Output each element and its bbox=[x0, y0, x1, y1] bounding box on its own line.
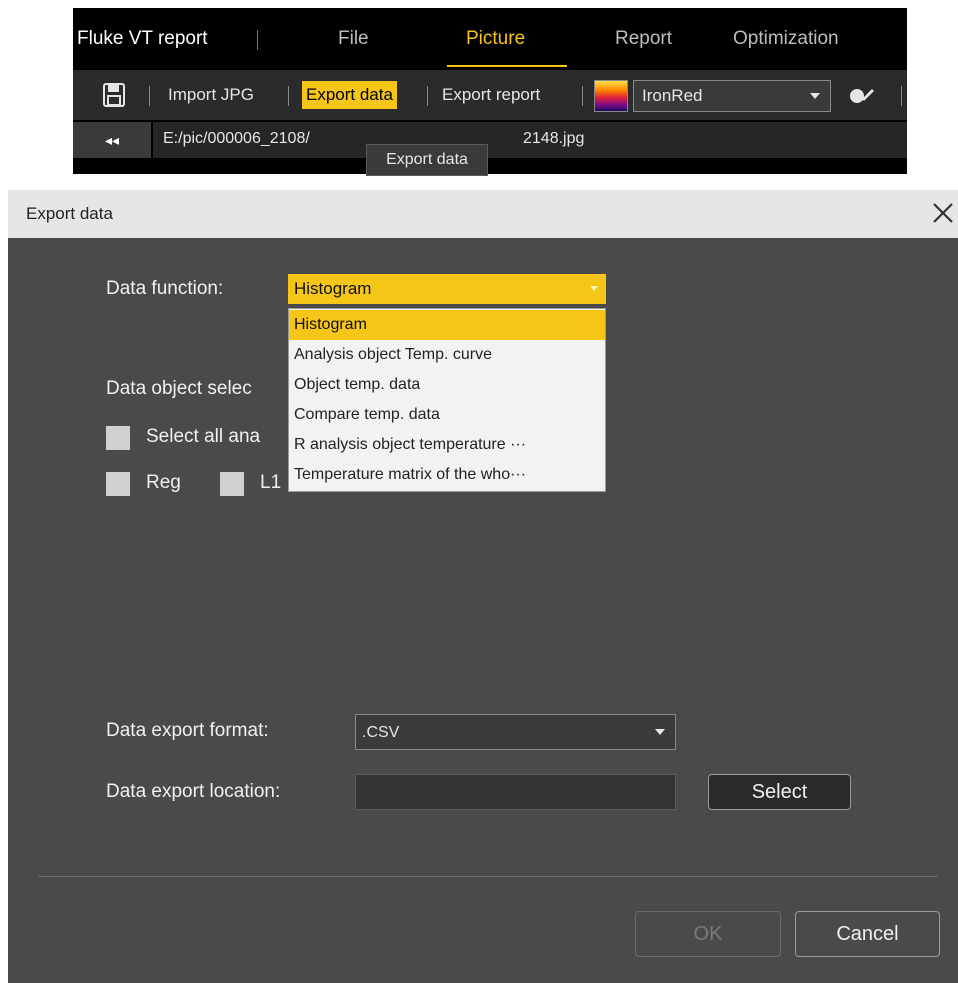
save-icon[interactable] bbox=[103, 83, 125, 107]
toolbar-separator bbox=[582, 86, 583, 106]
export-data-button[interactable]: Export data bbox=[302, 81, 397, 109]
dialog-titlebar: Export data bbox=[8, 190, 958, 238]
menu-separator bbox=[257, 30, 258, 50]
dropdown-option[interactable]: Temperature matrix of the who··· bbox=[289, 460, 605, 490]
export-location-field[interactable] bbox=[355, 774, 676, 810]
chevron-down-icon bbox=[810, 93, 820, 99]
app-window: Fluke VT report File Picture Report Opti… bbox=[73, 8, 907, 176]
tooltip: Export data bbox=[366, 144, 488, 176]
menu-picture[interactable]: Picture bbox=[466, 28, 525, 50]
close-icon[interactable] bbox=[928, 198, 958, 228]
toolbar-separator bbox=[288, 86, 289, 106]
menu-optimization[interactable]: Optimization bbox=[733, 28, 839, 50]
select-all-label: Select all ana bbox=[146, 426, 261, 447]
export-report-button[interactable]: Export report bbox=[438, 81, 544, 109]
data-function-value: Histogram bbox=[294, 279, 372, 298]
export-data-dialog: Export data Data function: Histogram Dat… bbox=[8, 190, 958, 983]
dialog-title: Export data bbox=[26, 204, 113, 223]
path-bar: ◂◂ E:/pic/000006_2108/ 2148.jpg Export d… bbox=[73, 122, 907, 176]
dropdown-option[interactable]: R analysis object temperature ··· bbox=[289, 430, 605, 460]
export-format-select[interactable]: .CSV bbox=[355, 714, 676, 750]
object-label-l1: L1 bbox=[260, 472, 282, 493]
toolbar-separator bbox=[427, 86, 428, 106]
chevron-down-icon bbox=[655, 729, 665, 735]
data-function-dropdown: Histogram Analysis object Temp. curve Ob… bbox=[288, 308, 606, 492]
divider bbox=[38, 876, 938, 877]
toolbar-separator bbox=[149, 86, 150, 106]
color-picker-icon[interactable] bbox=[848, 84, 874, 106]
dropdown-option[interactable]: Analysis object Temp. curve bbox=[289, 340, 605, 370]
export-location-label: Data export location: bbox=[106, 781, 281, 802]
menu-bar: Fluke VT report File Picture Report Opti… bbox=[73, 8, 907, 68]
collapse-panel-button[interactable]: ◂◂ bbox=[73, 122, 151, 158]
data-object-label: Data object selec bbox=[106, 378, 252, 399]
file-path-right: 2148.jpg bbox=[523, 130, 585, 147]
dropdown-option[interactable]: Compare temp. data bbox=[289, 400, 605, 430]
ok-button[interactable]: OK bbox=[635, 911, 781, 957]
file-path-field: E:/pic/000006_2108/ 2148.jpg bbox=[153, 122, 907, 158]
toolbar: Import JPG Export data Export report Iro… bbox=[73, 70, 907, 120]
palette-swatch bbox=[594, 80, 628, 112]
object-checkbox-reg[interactable] bbox=[106, 472, 130, 496]
object-label-reg: Reg bbox=[146, 472, 181, 493]
app-title: Fluke VT report bbox=[77, 28, 208, 49]
export-format-value: .CSV bbox=[362, 724, 400, 741]
data-function-select[interactable]: Histogram bbox=[288, 274, 606, 304]
toolbar-separator bbox=[901, 86, 902, 106]
file-path-left: E:/pic/000006_2108/ bbox=[163, 130, 310, 147]
export-format-label: Data export format: bbox=[106, 720, 269, 741]
dropdown-option[interactable]: Histogram bbox=[289, 310, 605, 340]
cancel-button[interactable]: Cancel bbox=[795, 911, 940, 957]
dropdown-option[interactable]: Object temp. data bbox=[289, 370, 605, 400]
object-checkbox-l1[interactable] bbox=[220, 472, 244, 496]
menu-report[interactable]: Report bbox=[615, 28, 672, 50]
active-menu-underline bbox=[447, 65, 567, 67]
menu-file[interactable]: File bbox=[338, 28, 369, 50]
select-all-checkbox[interactable] bbox=[106, 426, 130, 450]
palette-value: IronRed bbox=[642, 86, 703, 105]
data-function-label: Data function: bbox=[106, 278, 224, 299]
import-jpg-button[interactable]: Import JPG bbox=[164, 81, 258, 109]
palette-select[interactable]: IronRed bbox=[633, 80, 831, 112]
select-location-button[interactable]: Select bbox=[708, 774, 851, 810]
chevron-down-icon bbox=[590, 286, 598, 291]
